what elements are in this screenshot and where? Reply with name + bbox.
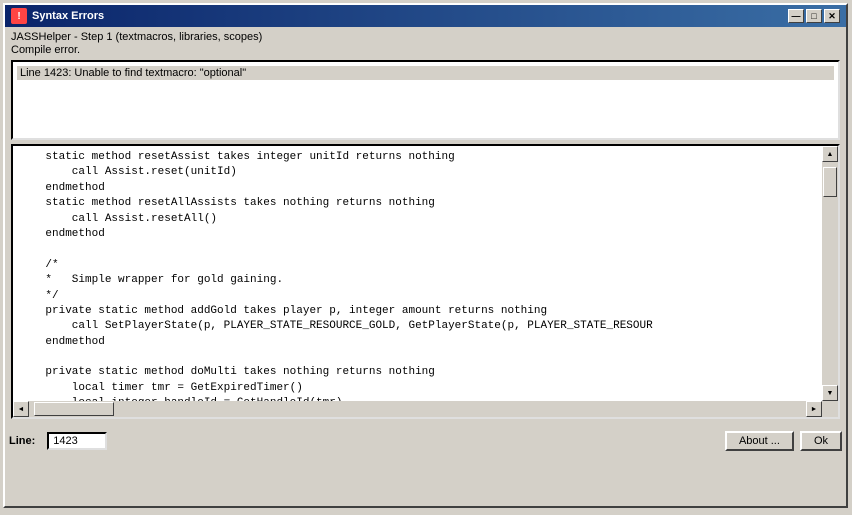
info-line-2: Compile error. (11, 44, 840, 56)
scroll-corner (822, 401, 838, 417)
window-icon: ! (11, 8, 27, 24)
title-buttons: — □ ✕ (788, 9, 840, 23)
syntax-errors-window: ! Syntax Errors — □ ✕ JASSHelper - Step … (3, 3, 848, 508)
line-value: 1423 (47, 432, 107, 450)
status-bar: Line: 1423 About ... Ok (5, 428, 846, 454)
scroll-up-button[interactable]: ▲ (822, 146, 838, 162)
minimize-button[interactable]: — (788, 9, 804, 23)
vertical-scrollbar[interactable]: ▲ ▼ (822, 146, 838, 401)
about-button[interactable]: About ... (725, 431, 794, 451)
error-line: Line 1423: Unable to find textmacro: "op… (17, 66, 834, 80)
scroll-right-button[interactable]: ► (806, 401, 822, 417)
scroll-thumb-vertical[interactable] (823, 167, 837, 197)
scroll-track-horizontal[interactable] (29, 401, 806, 417)
status-buttons: About ... Ok (725, 431, 842, 451)
code-area[interactable]: static method resetAssist takes integer … (13, 146, 822, 401)
scroll-down-button[interactable]: ▼ (822, 385, 838, 401)
title-bar-left: ! Syntax Errors (11, 8, 104, 24)
window-title: Syntax Errors (32, 10, 104, 22)
close-button[interactable]: ✕ (824, 9, 840, 23)
scroll-track-vertical[interactable] (822, 162, 838, 385)
ok-button[interactable]: Ok (800, 431, 842, 451)
info-line-1: JASSHelper - Step 1 (textmacros, librari… (11, 31, 840, 43)
scroll-left-button[interactable]: ◄ (13, 401, 29, 417)
line-label: Line: (9, 435, 35, 447)
error-box[interactable]: Line 1423: Unable to find textmacro: "op… (11, 60, 840, 140)
horizontal-scrollbar[interactable]: ◄ ► (13, 401, 822, 417)
code-area-container: static method resetAssist takes integer … (11, 144, 840, 419)
scroll-thumb-horizontal[interactable] (34, 402, 114, 416)
window-content: JASSHelper - Step 1 (textmacros, librari… (5, 27, 846, 425)
title-bar: ! Syntax Errors — □ ✕ (5, 5, 846, 27)
maximize-button[interactable]: □ (806, 9, 822, 23)
